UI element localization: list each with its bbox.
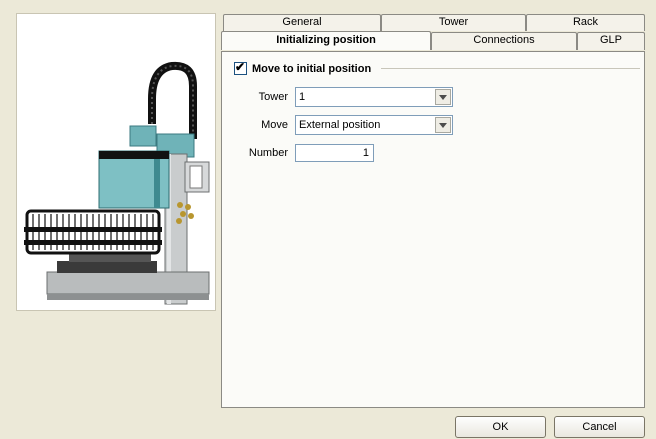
move-select[interactable]: External position	[295, 115, 453, 135]
group-divider	[381, 68, 640, 69]
tower-select[interactable]: 1	[295, 87, 453, 107]
tab-connections[interactable]: Connections	[431, 32, 577, 50]
move-to-initial-position-checkbox[interactable]: ✔	[234, 60, 247, 75]
tab-general[interactable]: General	[223, 14, 381, 31]
move-select-value: External position	[299, 119, 381, 131]
tab-rack[interactable]: Rack	[526, 14, 645, 31]
tab-tower[interactable]: Tower	[381, 14, 526, 31]
cancel-button[interactable]: Cancel	[554, 416, 645, 438]
checkbox-label: Move to initial position	[252, 62, 372, 75]
tower-select-value: 1	[299, 91, 306, 103]
move-label: Move	[261, 119, 288, 131]
checkmark-icon: ✔	[235, 60, 246, 74]
tab-initializing-position[interactable]: Initializing position	[221, 31, 431, 50]
tab-glp[interactable]: GLP	[577, 32, 645, 50]
tab-content: ✔ Move to initial position Tower 1 Move …	[221, 51, 645, 408]
tower-label: Tower	[258, 91, 288, 103]
instrument-image	[16, 13, 216, 311]
chevron-down-icon[interactable]	[435, 89, 451, 105]
move-to-initial-position-checkbox-row[interactable]: ✔ Move to initial position	[234, 60, 372, 75]
number-label: Number	[248, 147, 288, 159]
number-field[interactable]: 1	[295, 144, 374, 162]
ok-button[interactable]: OK	[455, 416, 546, 438]
chevron-down-icon[interactable]	[435, 117, 451, 133]
tab-strip: General Tower Rack Initializing position…	[221, 14, 645, 50]
